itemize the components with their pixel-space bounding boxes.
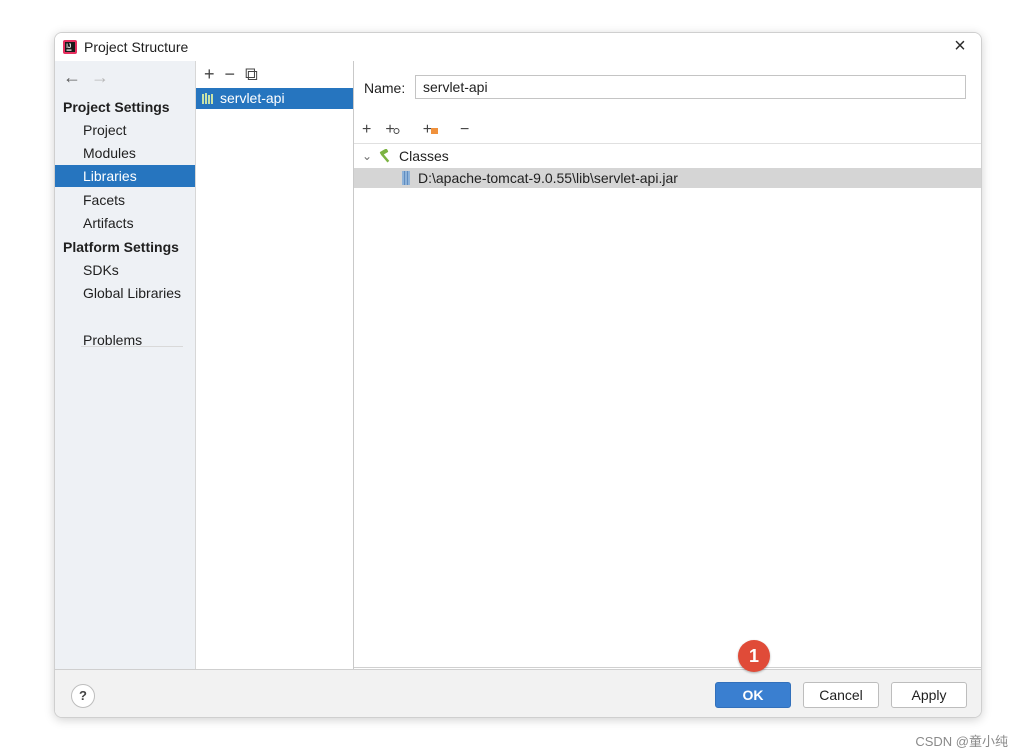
roots-toolbar: + + + − xyxy=(362,121,483,139)
cancel-button[interactable]: Cancel xyxy=(803,682,879,708)
nav-arrows: ← → xyxy=(63,67,119,88)
library-list-toolbar: + − ⧉ xyxy=(204,64,268,85)
library-list-panel: + − ⧉ servlet-api xyxy=(196,61,354,669)
sidebar-item-artifacts[interactable]: Artifacts xyxy=(55,212,195,234)
title-bar: IJ Project Structure × xyxy=(55,33,981,61)
copy-library-icon[interactable]: ⧉ xyxy=(245,64,258,84)
svg-text:IJ: IJ xyxy=(66,44,71,50)
window-title: Project Structure xyxy=(84,39,189,55)
chevron-down-icon[interactable]: ⌄ xyxy=(362,146,372,167)
jar-path-label: D:\apache-tomcat-9.0.55\lib\servlet-api.… xyxy=(418,170,678,186)
sidebar-item-libraries[interactable]: Libraries xyxy=(55,165,195,187)
sidebar-item-problems[interactable]: Problems xyxy=(55,329,195,351)
sidebar-item-global-libraries[interactable]: Global Libraries xyxy=(55,282,195,304)
intellij-app-icon: IJ xyxy=(63,40,77,54)
tree-node-jar[interactable]: D:\apache-tomcat-9.0.55\lib\servlet-api.… xyxy=(354,168,981,188)
library-item-servlet-api[interactable]: servlet-api xyxy=(196,88,353,109)
jar-file-icon xyxy=(402,171,410,185)
library-roots-tree: ⌄ Classes D:\apache-tomcat-9.0.55\lib\se… xyxy=(354,143,981,668)
add-library-icon[interactable]: + xyxy=(204,64,215,84)
remove-root-icon[interactable]: − xyxy=(460,121,469,138)
attach-jar-directories-icon[interactable]: + xyxy=(423,121,446,138)
library-item-label: servlet-api xyxy=(220,90,285,106)
tree-node-label: Classes xyxy=(399,148,449,164)
remove-library-icon[interactable]: − xyxy=(225,64,236,84)
ok-button[interactable]: OK xyxy=(715,682,791,708)
apply-button[interactable]: Apply xyxy=(891,682,967,708)
name-label: Name: xyxy=(364,80,406,96)
project-settings-header: Project Settings xyxy=(63,99,170,115)
back-arrow-icon[interactable]: ← xyxy=(63,67,81,87)
forward-arrow-icon[interactable]: → xyxy=(91,67,109,87)
attach-classes-icon[interactable]: + xyxy=(385,121,408,138)
close-button[interactable]: × xyxy=(949,35,971,57)
sidebar-item-project[interactable]: Project xyxy=(55,119,195,141)
classes-hammer-icon xyxy=(379,149,390,163)
settings-sidebar: ← → Project Settings Project Modules Libr… xyxy=(55,61,196,669)
library-icon xyxy=(202,93,213,104)
project-structure-dialog: IJ Project Structure × ← → Project Settin… xyxy=(54,32,982,718)
step-marker-badge: 1 xyxy=(738,640,770,672)
library-name-field[interactable]: servlet-api xyxy=(415,75,966,99)
platform-settings-header: Platform Settings xyxy=(63,239,179,255)
sidebar-item-modules[interactable]: Modules xyxy=(55,142,195,164)
sidebar-item-sdks[interactable]: SDKs xyxy=(55,259,195,281)
help-button[interactable]: ? xyxy=(71,684,95,708)
tree-node-classes[interactable]: ⌄ Classes xyxy=(354,146,981,167)
dialog-footer: ? OK Cancel Apply xyxy=(55,669,981,717)
sidebar-item-facets[interactable]: Facets xyxy=(55,189,195,211)
library-detail-panel: Name: servlet-api + + + − ⌄ Classes D:\apa xyxy=(354,61,981,669)
watermark: CSDN @童小纯 xyxy=(915,734,1008,749)
add-root-icon[interactable]: + xyxy=(362,121,371,138)
